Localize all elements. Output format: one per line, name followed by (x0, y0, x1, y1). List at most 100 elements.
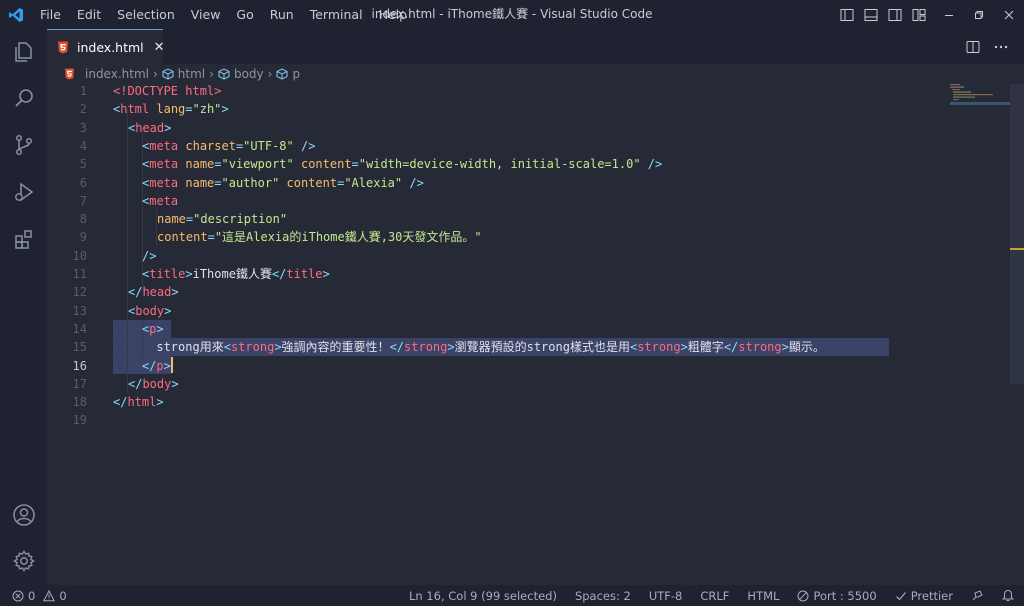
token: "description" (193, 212, 288, 227)
token: "viewport" (221, 157, 294, 172)
restore-icon[interactable] (964, 0, 994, 29)
token: </ (723, 340, 739, 355)
code-line-1: <!DOCTYPE html> (113, 82, 221, 100)
menu-view[interactable]: View (183, 0, 229, 29)
token: > (164, 303, 172, 318)
code-line-11: <title>iThome鐵人賽</title> (142, 265, 330, 283)
customize-layout-icon[interactable] (910, 6, 928, 24)
token: = (351, 157, 359, 172)
breadcrumb-file-label: index.html (85, 67, 149, 81)
code-editor[interactable]: 1 2 3 4 5 6 7 8 9 10 11 12 13 14 15 16 1… (47, 82, 1024, 585)
vertical-scrollbar[interactable] (1010, 84, 1024, 384)
token: strong用來 (156, 340, 224, 355)
token: name (178, 157, 215, 172)
breadcrumb: index.html › html › body › p (47, 64, 1024, 84)
chevron-right-icon: › (267, 67, 273, 81)
token: < (223, 340, 231, 355)
menu-edit[interactable]: Edit (69, 0, 109, 29)
code-line-13: <body> (128, 302, 171, 320)
problems-indicator[interactable]: 0 0 (12, 585, 67, 606)
warning-icon (43, 589, 56, 601)
token: strong (230, 340, 275, 355)
code-line-14: ····<p> (113, 320, 164, 338)
line-number: 4 (79, 138, 87, 153)
menu-help[interactable]: Help (371, 0, 416, 29)
token: > (447, 340, 455, 355)
layout-controls (838, 0, 928, 29)
feedback-icon[interactable] (971, 589, 984, 602)
encoding[interactable]: UTF-8 (649, 589, 683, 603)
token: 瀏覽器預設的strong樣式也是用 (454, 340, 630, 355)
token: head (142, 285, 172, 300)
accounts-icon[interactable] (0, 495, 47, 535)
token: /> (402, 175, 424, 190)
code-line-15: ······strong用來<strong>強調內容的重要性！</strong>… (113, 338, 825, 356)
chevron-right-icon: › (209, 67, 214, 81)
warning-count: 0 (59, 588, 67, 603)
token: > (163, 358, 171, 373)
settings-gear-icon[interactable] (0, 541, 47, 581)
breadcrumb-body-label: body (233, 67, 264, 81)
prettier-label: Prettier (910, 588, 953, 603)
minimize-icon[interactable] (934, 0, 964, 29)
token: 顯示。 (788, 340, 825, 355)
menu-selection[interactable]: Selection (109, 0, 183, 29)
toggle-secondary-sidebar-icon[interactable] (886, 6, 904, 24)
tab-close-icon[interactable]: ✕ (154, 40, 165, 55)
language-mode[interactable]: HTML (747, 589, 779, 603)
line-number: 18 (72, 395, 87, 410)
token: "UTF-8" (243, 138, 294, 153)
source-control-icon[interactable] (0, 125, 47, 165)
line-number-active: 16 (72, 358, 87, 373)
breadcrumb-p[interactable]: p (276, 67, 300, 81)
more-actions-icon[interactable] (994, 45, 1008, 49)
window-controls (934, 0, 1024, 29)
tab-index-html[interactable]: index.html ✕ (47, 29, 165, 64)
token: > (274, 340, 282, 355)
menu-file[interactable]: File (32, 0, 69, 29)
indentation[interactable]: Spaces: 2 (575, 589, 631, 603)
token: html (120, 102, 150, 117)
notifications-bell-icon[interactable] (1002, 589, 1014, 602)
line-number: 12 (72, 285, 87, 300)
extensions-icon[interactable] (0, 219, 47, 259)
token: > (171, 376, 179, 391)
token: 粗體字 (687, 340, 724, 355)
prettier-status[interactable]: Prettier (895, 589, 953, 603)
split-editor-icon[interactable] (966, 40, 980, 54)
breadcrumb-html-label: html (177, 67, 206, 81)
breadcrumb-file[interactable]: index.html (64, 67, 149, 81)
token: html (127, 395, 157, 410)
tab-bar: index.html ✕ (47, 29, 1024, 64)
menu-terminal[interactable]: Terminal (302, 0, 371, 29)
no-entry-icon (797, 590, 809, 601)
toggle-panel-icon[interactable] (862, 6, 880, 24)
menu-go[interactable]: Go (228, 0, 261, 29)
token: "author" (221, 175, 280, 190)
token: lang (149, 102, 186, 117)
error-icon (12, 590, 24, 601)
search-icon[interactable] (0, 78, 47, 118)
token: > (185, 267, 193, 281)
token: strong (404, 340, 448, 355)
token: /> (293, 138, 316, 153)
port-label: Port : 5500 (813, 588, 877, 603)
line-ending[interactable]: CRLF (700, 589, 729, 603)
minimap[interactable] (950, 84, 1010, 114)
token: > (322, 267, 330, 281)
cursor-position[interactable]: Ln 16, Col 9 (99 selected) (409, 589, 557, 603)
token: content (157, 230, 208, 245)
token: > (171, 285, 179, 300)
live-server-port[interactable]: Port : 5500 (797, 588, 877, 603)
explorer-icon[interactable] (0, 32, 47, 72)
run-debug-icon[interactable] (0, 172, 47, 212)
token: > (156, 321, 164, 336)
breadcrumb-body[interactable]: body (218, 67, 264, 81)
close-window-icon[interactable] (994, 0, 1024, 29)
breadcrumb-html[interactable]: html (162, 67, 205, 81)
code-line-7: <meta (142, 192, 178, 210)
token: </ (113, 395, 128, 410)
menu-run[interactable]: Run (262, 0, 302, 29)
toggle-primary-sidebar-icon[interactable] (838, 6, 856, 24)
token: body (135, 303, 165, 318)
